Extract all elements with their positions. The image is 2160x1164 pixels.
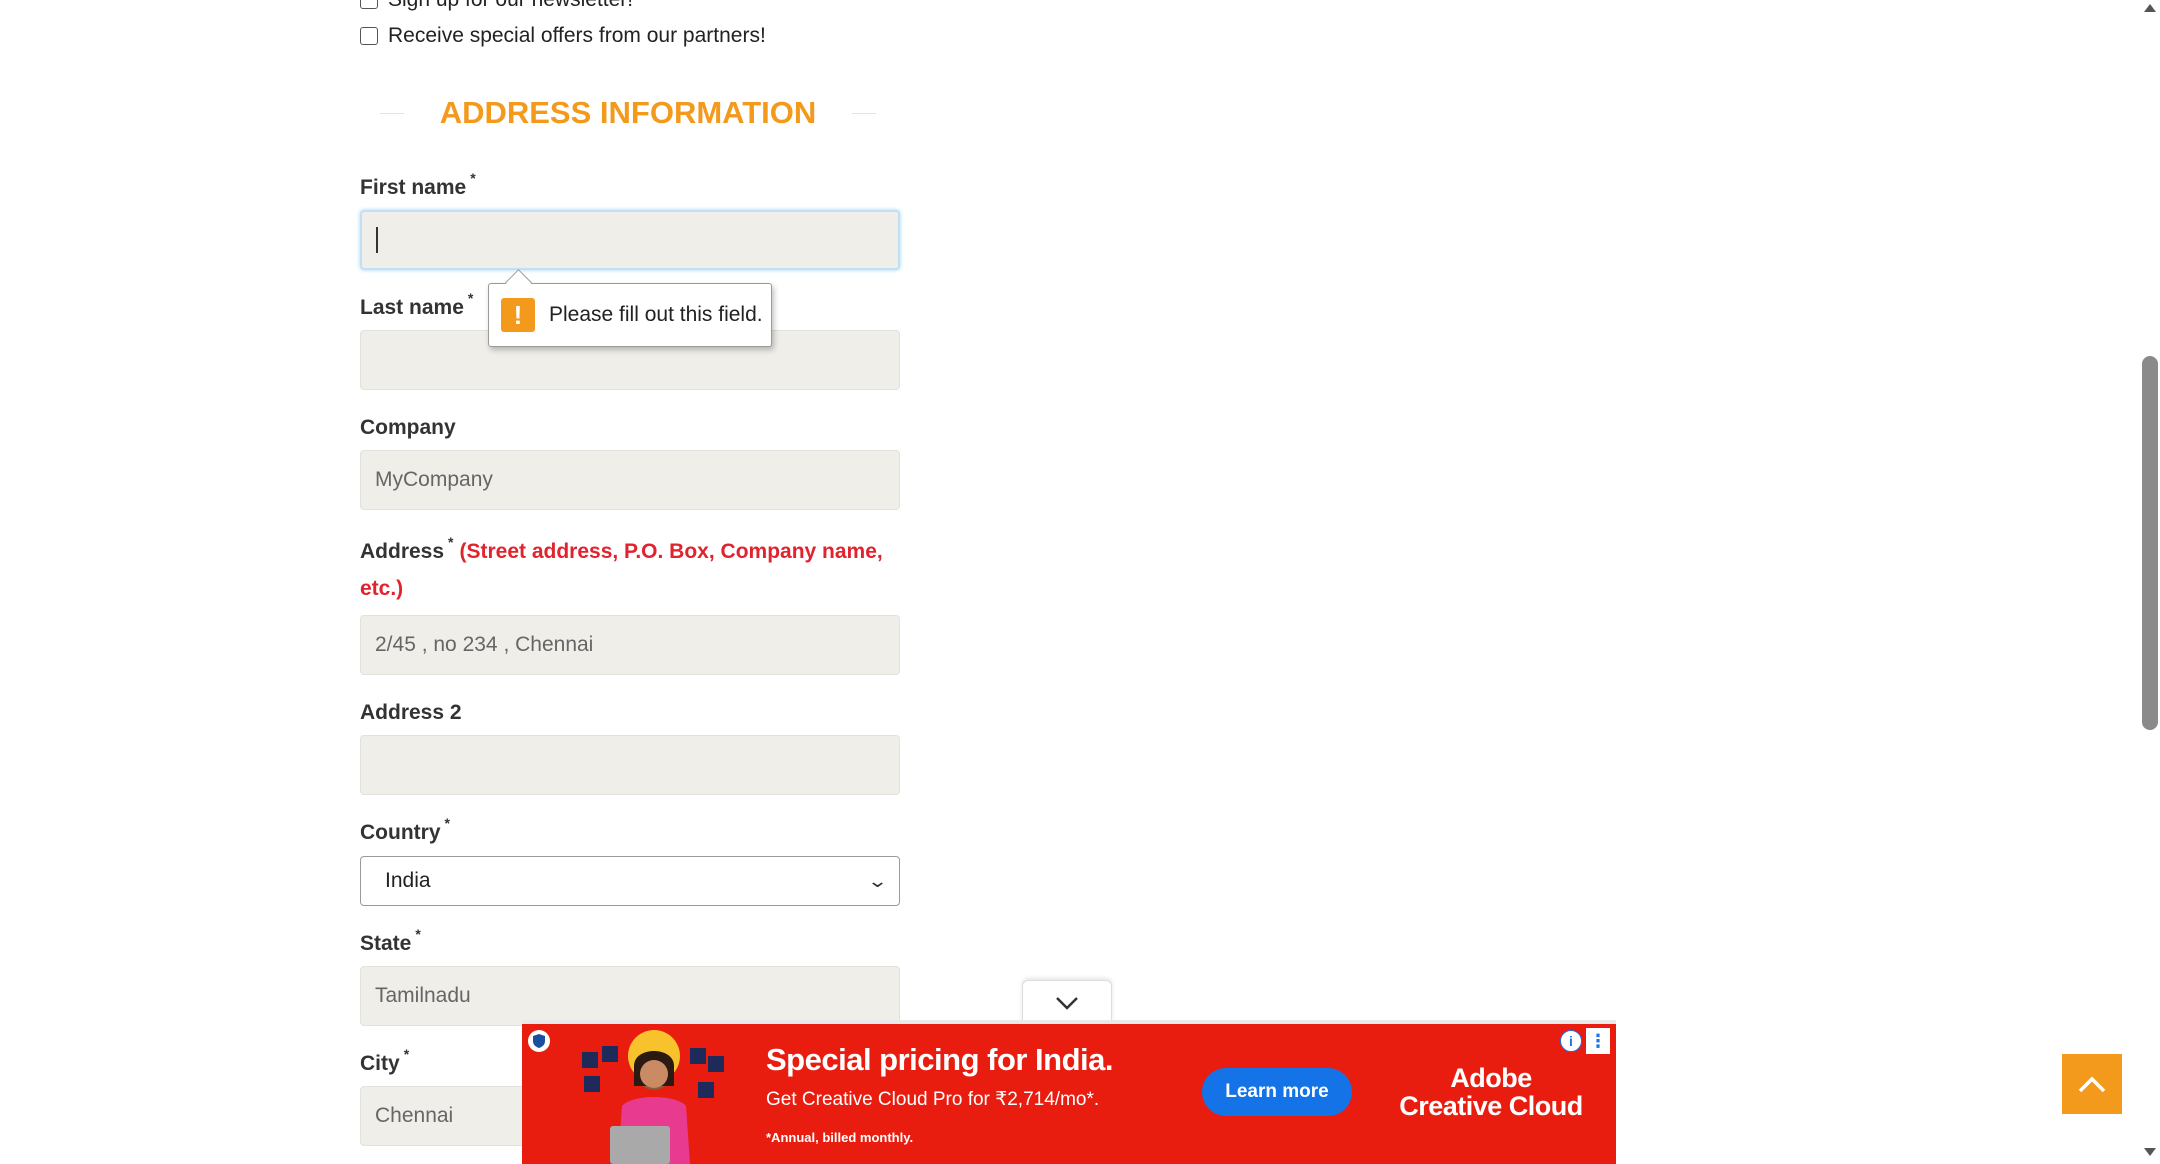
company-placeholder: MyCompany [375, 468, 493, 491]
first-name-label: First name * [360, 170, 476, 200]
country-label-text: Country [360, 821, 441, 844]
chevron-down-icon: ⌄ [866, 870, 889, 891]
city-label-text: City [360, 1052, 400, 1075]
address2-input[interactable] [360, 735, 900, 795]
section-heading: ADDRESS INFORMATION [380, 92, 876, 134]
text-caret [376, 227, 378, 253]
required-marker: * [448, 534, 454, 550]
required-marker: * [415, 926, 421, 942]
state-placeholder: Tamilnadu [375, 984, 471, 1007]
address-input[interactable]: 2/45 , no 234 , Chennai [360, 615, 900, 675]
partner-offers-label: Receive special offers from our partners… [388, 24, 766, 47]
tooltip-arrow [505, 269, 532, 296]
address2-label: Address 2 [360, 701, 462, 724]
last-name-label: Last name * [360, 290, 473, 320]
company-label: Company [360, 416, 456, 439]
ad-banner[interactable]: Special pricing for India. Get Creative … [522, 1020, 1616, 1164]
address-placeholder: 2/45 , no 234 , Chennai [375, 633, 594, 656]
state-label-text: State [360, 932, 412, 955]
ad-learn-more-button[interactable]: Learn more [1202, 1068, 1352, 1116]
required-marker: * [444, 815, 450, 831]
partner-offers-checkbox[interactable] [360, 27, 378, 45]
required-marker: * [467, 290, 474, 306]
ad-fineprint: *Annual, billed monthly. [766, 1130, 914, 1145]
chevron-up-icon [2078, 1076, 2106, 1093]
newsletter-checkbox[interactable] [360, 0, 378, 9]
ad-subtext: Get Creative Cloud Pro for ₹2,714/mo*. [766, 1089, 1100, 1110]
required-marker: * [470, 170, 476, 186]
last-name-label-text: Last name [360, 296, 464, 319]
address-label: Address * (Street address, P.O. Box, Compa… [360, 534, 883, 564]
address-hint-continued: etc.) [360, 577, 403, 601]
required-marker: * [403, 1046, 410, 1062]
ad-illustration [582, 1030, 724, 1164]
first-name-label-text: First name [360, 176, 467, 199]
address-hint-2: etc.) [360, 577, 404, 600]
city-label: City * [360, 1046, 409, 1076]
state-label: State * [360, 926, 421, 956]
validation-tooltip: ! Please fill out this field. [488, 269, 772, 347]
state-input[interactable]: Tamilnadu [360, 966, 900, 1026]
country-select[interactable]: India ⌄ [360, 856, 900, 906]
newsletter-label: Sign up for our newsletter! [388, 0, 633, 12]
company-input[interactable]: MyCompany [360, 450, 900, 510]
ad-brand-line1: Adobe [1450, 1063, 1532, 1093]
address-label-text: Address [360, 540, 445, 563]
warning-icon: ! [501, 298, 535, 332]
ad-brand: Adobe Creative Cloud [1386, 1064, 1596, 1120]
shield-icon [528, 1030, 550, 1052]
page: Sign up for our newsletter! Receive spec… [0, 0, 2140, 1164]
partner-offers-checkbox-row[interactable]: Receive special offers from our partners… [360, 24, 766, 48]
more-options-icon[interactable]: ⋮ [1586, 1028, 1610, 1054]
divider [380, 112, 404, 114]
scroll-down-icon[interactable] [2144, 1148, 2156, 1156]
country-selected-value: India [385, 869, 431, 892]
vertical-scrollbar[interactable] [2140, 0, 2160, 1160]
back-to-top-button[interactable] [2062, 1054, 2122, 1114]
section-title: ADDRESS INFORMATION [439, 95, 817, 130]
scrollbar-thumb[interactable] [2142, 356, 2158, 730]
address-hint: (Street address, P.O. Box, Company name, [459, 540, 883, 563]
city-placeholder: Chennai [375, 1104, 454, 1127]
validation-message: Please fill out this field. [549, 303, 763, 326]
scroll-up-icon[interactable] [2144, 4, 2156, 12]
newsletter-checkbox-row[interactable]: Sign up for our newsletter! [360, 0, 633, 12]
ad-brand-line2: Creative Cloud [1399, 1091, 1583, 1121]
ad-collapse-button[interactable] [1022, 980, 1112, 1025]
ad-headline: Special pricing for India. [766, 1042, 1114, 1077]
divider [852, 112, 876, 114]
info-icon[interactable]: i [1560, 1030, 1582, 1052]
first-name-input[interactable] [360, 210, 900, 270]
country-label: Country * [360, 815, 450, 845]
chevron-down-icon [1056, 997, 1078, 1010]
